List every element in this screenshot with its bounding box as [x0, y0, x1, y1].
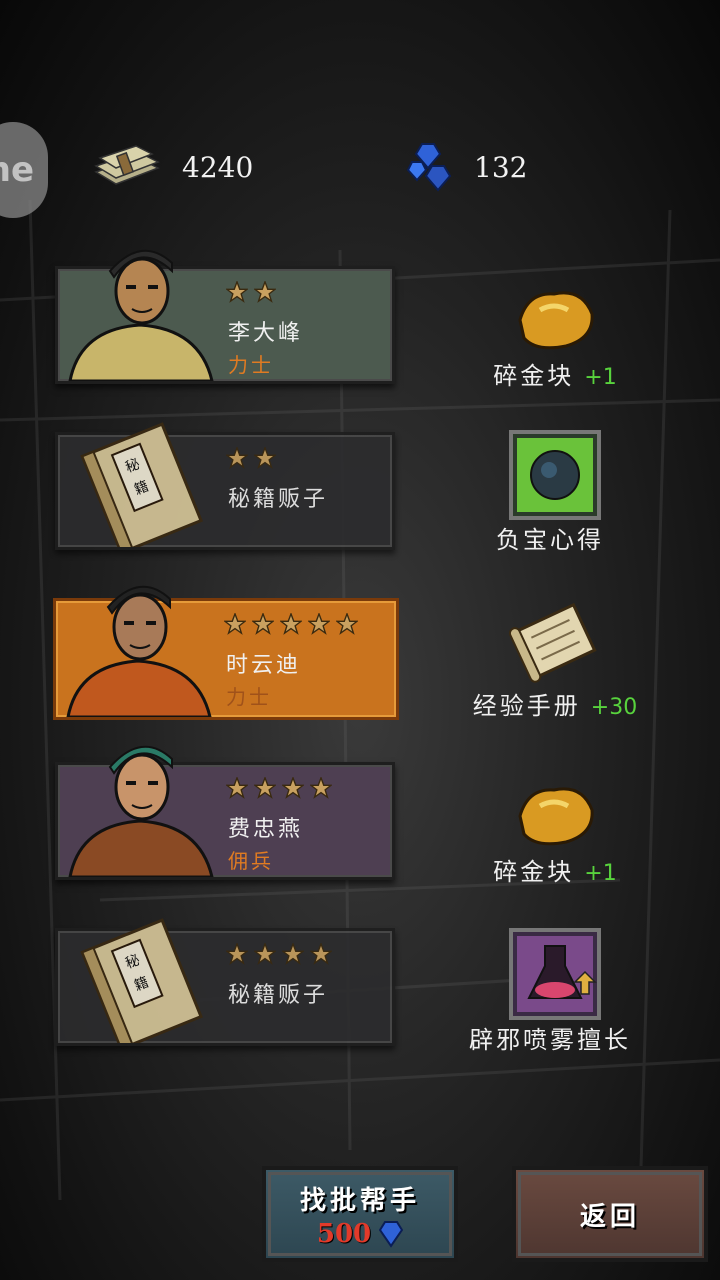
reward-quantity: +1 — [584, 365, 617, 390]
recruit-name: 李大峰 — [228, 321, 304, 346]
reward-quantity: +30 — [590, 695, 638, 720]
recruit-card[interactable]: 李大峰 力士 — [55, 249, 395, 384]
reward-item[interactable]: 碎金块 +1 — [440, 280, 670, 391]
star-icon — [254, 447, 276, 469]
hire-helper-button[interactable]: 找批帮手 500 — [262, 1166, 458, 1262]
recruit-role: 力士 — [226, 685, 272, 709]
reward-label: 辟邪喷雾擅长 — [440, 1020, 670, 1055]
reward-item[interactable]: 辟邪喷雾擅长 — [440, 928, 670, 1055]
reward-label: 经验手册 +30 — [440, 686, 670, 721]
star-icon — [224, 613, 246, 635]
hire-cost: 500 — [316, 1218, 404, 1249]
back-button-label: 返回 — [579, 1201, 640, 1232]
reward-name: 经验手册 — [472, 692, 581, 720]
reward-item[interactable]: 经验手册 +30 — [440, 596, 670, 721]
star-icon — [336, 613, 358, 635]
reward-name: 碎金块 — [493, 858, 575, 886]
star-icon — [226, 943, 248, 965]
star-icon — [254, 777, 276, 799]
reward-label: 负宝心得 — [440, 520, 670, 555]
star-icon — [252, 613, 274, 635]
star-icon — [254, 943, 276, 965]
star-icon — [254, 281, 276, 303]
star-icon — [282, 777, 304, 799]
secret-book-icon: 秘籍 — [80, 422, 203, 547]
star-icon — [280, 613, 302, 635]
cash-counter: 4240 — [92, 140, 253, 194]
male-masked-portrait — [66, 585, 212, 717]
recruit-name: 费忠燕 — [228, 817, 304, 842]
hire-button-label: 找批帮手 — [299, 1185, 420, 1216]
reward-quantity: +1 — [584, 861, 617, 886]
recruit-card[interactable]: 时云迪 力士 — [53, 585, 399, 720]
star-rating — [226, 281, 276, 303]
recruit-name: 秘籍贩子 — [228, 487, 329, 512]
star-rating — [226, 777, 332, 799]
blue-gem-icon — [379, 1220, 404, 1248]
reward-name: 辟邪喷雾擅长 — [469, 1026, 631, 1054]
reward-item[interactable]: 负宝心得 — [440, 430, 670, 555]
recruit-card[interactable]: 秘籍秘籍贩子 — [55, 422, 395, 550]
recruit-name: 秘籍贩子 — [228, 983, 329, 1008]
star-icon — [310, 943, 332, 965]
blue-gem-icon — [406, 143, 452, 192]
recruit-role: 佣兵 — [228, 849, 274, 873]
star-icon — [282, 943, 304, 965]
star-rating — [226, 447, 276, 469]
secret-book-icon: 秘籍 — [80, 918, 203, 1043]
scroll-icon — [508, 602, 597, 683]
recruit-card[interactable]: 费忠燕 佣兵 — [55, 745, 395, 880]
cash-stack-icon — [94, 145, 160, 185]
male-cap-portrait — [68, 249, 214, 381]
recruit-card[interactable]: 秘籍秘籍贩子 — [55, 918, 395, 1046]
reward-name: 碎金块 — [493, 362, 575, 390]
side-menu-tab[interactable]: ne — [0, 122, 48, 218]
star-icon — [226, 281, 248, 303]
star-icon — [226, 447, 248, 469]
star-icon — [226, 777, 248, 799]
side-tab-label: ne — [0, 150, 34, 190]
gem-value: 132 — [474, 150, 528, 184]
gold-nugget-icon — [518, 291, 594, 350]
back-button[interactable]: 返回 — [512, 1166, 708, 1262]
female-green-hair-portrait — [68, 745, 214, 877]
recruit-role: 力士 — [228, 353, 274, 377]
reward-label: 碎金块 +1 — [440, 356, 670, 391]
cash-value: 4240 — [182, 150, 254, 184]
reward-name: 负宝心得 — [496, 526, 604, 554]
reward-label: 碎金块 +1 — [440, 852, 670, 887]
recruit-name: 时云迪 — [226, 653, 302, 678]
green-skill-icon — [509, 430, 601, 520]
purple-skill-icon — [509, 928, 601, 1020]
gold-nugget-icon — [518, 787, 594, 846]
gem-counter: 132 — [404, 140, 527, 194]
star-rating — [226, 943, 332, 965]
reward-item[interactable]: 碎金块 +1 — [440, 776, 670, 887]
star-icon — [310, 777, 332, 799]
hire-cost-value: 500 — [316, 1218, 372, 1249]
star-icon — [308, 613, 330, 635]
star-rating — [224, 613, 358, 635]
